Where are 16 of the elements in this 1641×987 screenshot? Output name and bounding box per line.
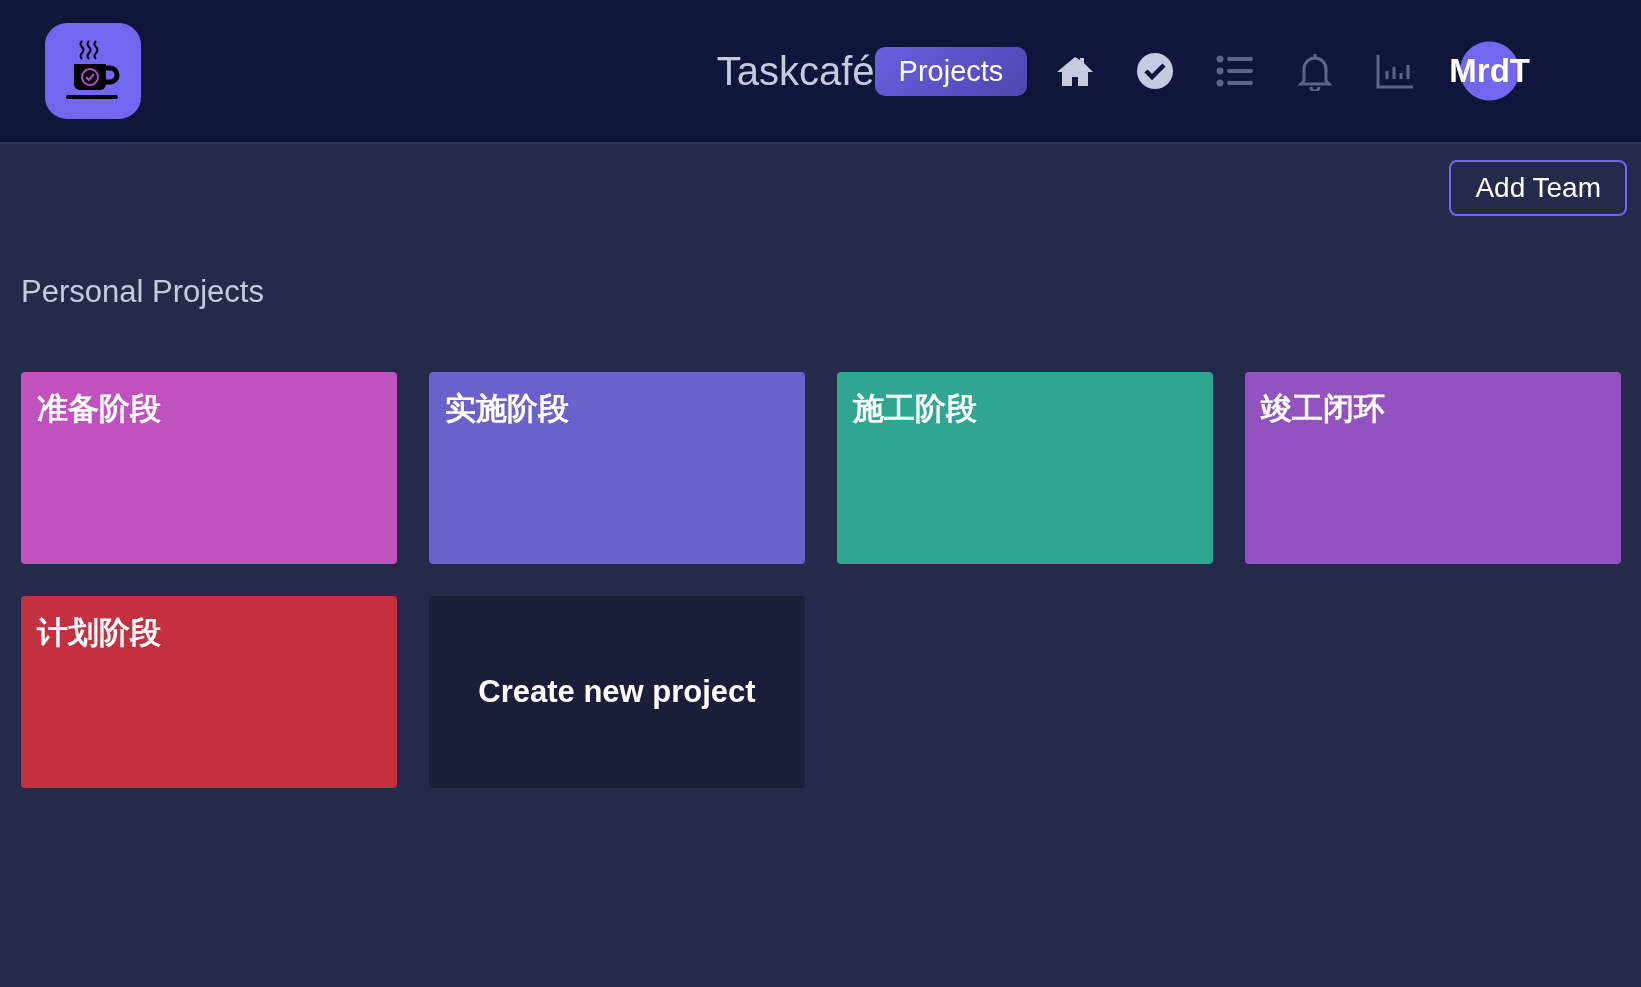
project-name: 准备阶段: [37, 389, 162, 428]
project-card[interactable]: 计划阶段: [21, 596, 397, 788]
project-name: 实施阶段: [445, 389, 570, 428]
add-team-button[interactable]: Add Team: [1449, 160, 1627, 216]
project-card[interactable]: 实施阶段: [429, 372, 805, 564]
project-name: 计划阶段: [37, 613, 162, 652]
section-title: Personal Projects: [21, 274, 265, 310]
projects-button[interactable]: Projects: [874, 46, 1028, 96]
project-name: 竣工闭环: [1261, 389, 1386, 428]
project-name: 施工阶段: [853, 389, 978, 428]
project-card[interactable]: 准备阶段: [21, 372, 397, 564]
project-card[interactable]: 竣工闭环: [1245, 372, 1621, 564]
create-project-card[interactable]: Create new project: [429, 596, 805, 788]
app-logo[interactable]: [45, 23, 141, 119]
app-name: Taskcafé: [716, 48, 875, 94]
project-card[interactable]: 施工阶段: [837, 372, 1213, 564]
